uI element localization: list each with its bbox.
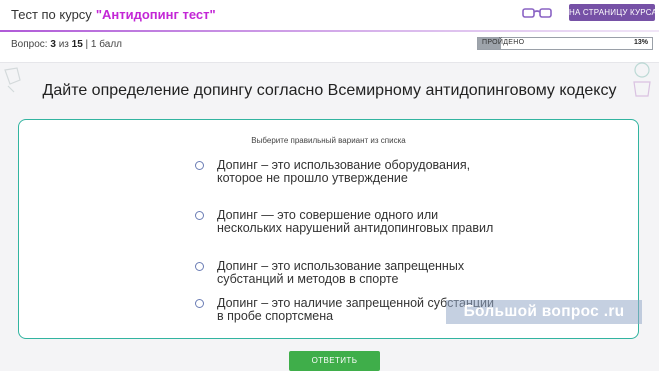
course-page-button[interactable]: НА СТРАНИЦУ КУРСА: [569, 4, 657, 21]
header-divider: [0, 30, 659, 32]
points-label: | 1 балл: [85, 39, 122, 50]
watermark: Большой вопрос .ru: [446, 300, 642, 324]
question-counter: Вопрос: 3 из 15 | 1 балл: [11, 39, 122, 50]
course-name: "Антидопинг тест": [95, 7, 216, 22]
total-questions: 15: [71, 39, 83, 50]
answer-option-label[interactable]: Допинг — это совершение одного или неско…: [217, 209, 497, 234]
answer-option-label[interactable]: Допинг – это использование оборудования,…: [217, 159, 497, 184]
progress-bar: ПРОЙДЕНО 13%: [477, 37, 653, 50]
answer-hint: Выберите правильный вариант из списка: [251, 136, 406, 145]
question-label: Вопрос:: [11, 39, 48, 50]
submit-answer-button[interactable]: ОТВЕТИТЬ: [289, 351, 380, 371]
course-title-prefix: Тест по курсу: [11, 7, 92, 22]
course-title: Тест по курсу "Антидопинг тест": [11, 7, 216, 22]
radio-button[interactable]: [195, 262, 204, 271]
progress-value: 13%: [633, 39, 648, 46]
current-question: 3: [50, 39, 56, 50]
radio-button[interactable]: [195, 161, 204, 170]
progress-label: ПРОЙДЕНО: [482, 39, 525, 46]
answer-option-label[interactable]: Допинг – это использование запрещенных с…: [217, 260, 497, 285]
glasses-icon: [522, 8, 552, 18]
radio-button[interactable]: [195, 299, 204, 308]
top-header: Тест по курсу "Антидопинг тест" НА СТРАНИ…: [0, 0, 659, 63]
radio-button[interactable]: [195, 211, 204, 220]
of-label: из: [58, 39, 69, 50]
question-title: Дайте определение допингу согласно Всеми…: [42, 82, 617, 99]
